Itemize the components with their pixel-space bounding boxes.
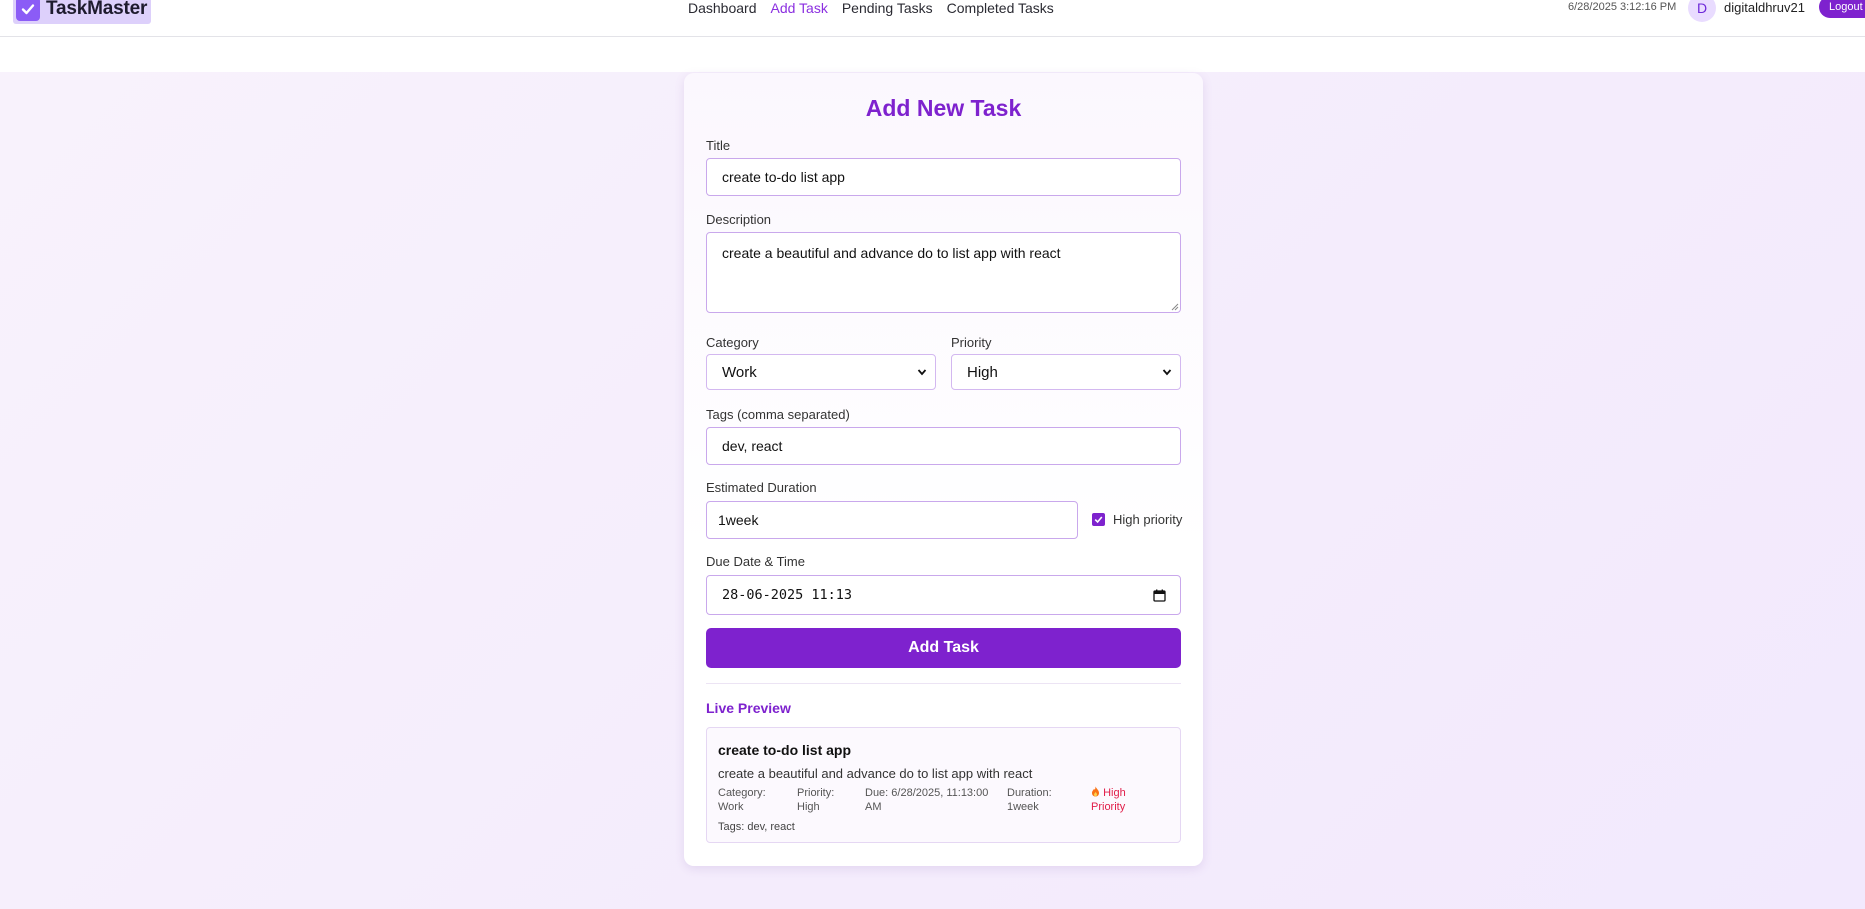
divider (706, 683, 1181, 684)
preview-high-line1: High (1103, 787, 1126, 799)
fire-icon (1092, 786, 1099, 797)
priority-select-value: High (967, 363, 998, 381)
nav-dashboard[interactable]: Dashboard (688, 0, 757, 16)
preview-due: Due: 6/28/2025, 11:13:00 AM (865, 786, 988, 814)
brand-name: TaskMaster (46, 0, 148, 19)
description-textarea-value: create a beautiful and advance do to lis… (722, 245, 1061, 261)
category-select-value: Work (722, 363, 757, 381)
avatar[interactable]: D (1688, 0, 1716, 22)
nav-completed-tasks[interactable]: Completed Tasks (947, 0, 1054, 16)
priority-label: Priority (951, 335, 992, 350)
preview-due-line2: AM (865, 801, 882, 813)
brand-logo[interactable]: TaskMaster (13, 0, 152, 24)
tags-input-value: dev, react (722, 438, 783, 454)
priority-select[interactable]: High (951, 354, 1181, 390)
tags-input[interactable]: dev, react (706, 427, 1181, 465)
main-nav: Dashboard Add Task Pending Tasks Complet… (688, 0, 1054, 16)
page-title: Add New Task (865, 95, 1022, 121)
username: digitaldhruv21 (1724, 0, 1805, 15)
preview-duration: Duration: 1week (1007, 786, 1052, 814)
title-label: Title (706, 138, 731, 153)
preview-tags: Tags: dev, react (718, 821, 795, 833)
preview-priority-value: High (797, 801, 820, 813)
preview-high-line2: Priority (1091, 801, 1126, 813)
due-datetime-input[interactable]: 28-06-2025 11:13 (706, 575, 1181, 615)
nav-pending-tasks[interactable]: Pending Tasks (842, 0, 933, 16)
duration-label: Estimated Duration (706, 480, 817, 495)
preview-due-line1: Due: 6/28/2025, 11:13:00 (865, 787, 989, 799)
add-task-button[interactable]: Add Task (706, 628, 1181, 668)
high-priority-label: High priority (1113, 512, 1183, 527)
due-datetime-value: 28-06-2025 11:13 (722, 587, 853, 603)
preview-task-description: create a beautiful and advance do to lis… (718, 766, 1033, 781)
description-label: Description (706, 212, 772, 227)
description-textarea[interactable]: create a beautiful and advance do to lis… (706, 232, 1181, 313)
duration-input-value: 1week (718, 512, 759, 528)
nav-add-task[interactable]: Add Task (771, 0, 828, 16)
live-preview-card: create to-do list app create a beautiful… (706, 727, 1181, 843)
preview-duration-label: Duration: (1007, 787, 1052, 799)
top-navbar: TaskMaster Dashboard Add Task Pending Ta… (0, 0, 1865, 37)
live-preview-heading: Live Preview (706, 700, 791, 716)
high-priority-checkbox[interactable] (1092, 513, 1105, 526)
preview-priority: Priority: High (797, 786, 834, 814)
preview-duration-value: 1week (1007, 801, 1039, 813)
calendar-icon[interactable] (1153, 589, 1166, 602)
check-square-icon (16, 0, 40, 21)
current-datetime: 6/28/2025 3:12:16 PM (1568, 1, 1677, 13)
title-input[interactable]: create to-do list app (706, 158, 1181, 196)
duration-input[interactable]: 1week (706, 501, 1078, 539)
logout-button[interactable]: Logout (1819, 0, 1865, 18)
category-select[interactable]: Work (706, 354, 936, 390)
add-task-card: Add New Task Title create to-do list app… (684, 73, 1203, 866)
preview-category: Category: Work (718, 786, 766, 814)
preview-high-priority-badge: High Priority (1091, 786, 1126, 814)
due-date-label: Due Date & Time (706, 554, 805, 569)
preview-category-label: Category: (718, 787, 766, 799)
resize-handle-icon[interactable] (1171, 303, 1179, 311)
tags-label: Tags (comma separated) (706, 407, 850, 422)
category-label: Category (706, 335, 759, 350)
title-input-value: create to-do list app (722, 169, 845, 185)
preview-task-title: create to-do list app (718, 742, 852, 758)
chevron-down-icon (917, 369, 927, 376)
preview-priority-label: Priority: (797, 787, 835, 799)
high-priority-toggle[interactable]: High priority (1092, 512, 1182, 527)
chevron-down-icon (1162, 369, 1172, 376)
preview-category-value: Work (718, 801, 744, 813)
